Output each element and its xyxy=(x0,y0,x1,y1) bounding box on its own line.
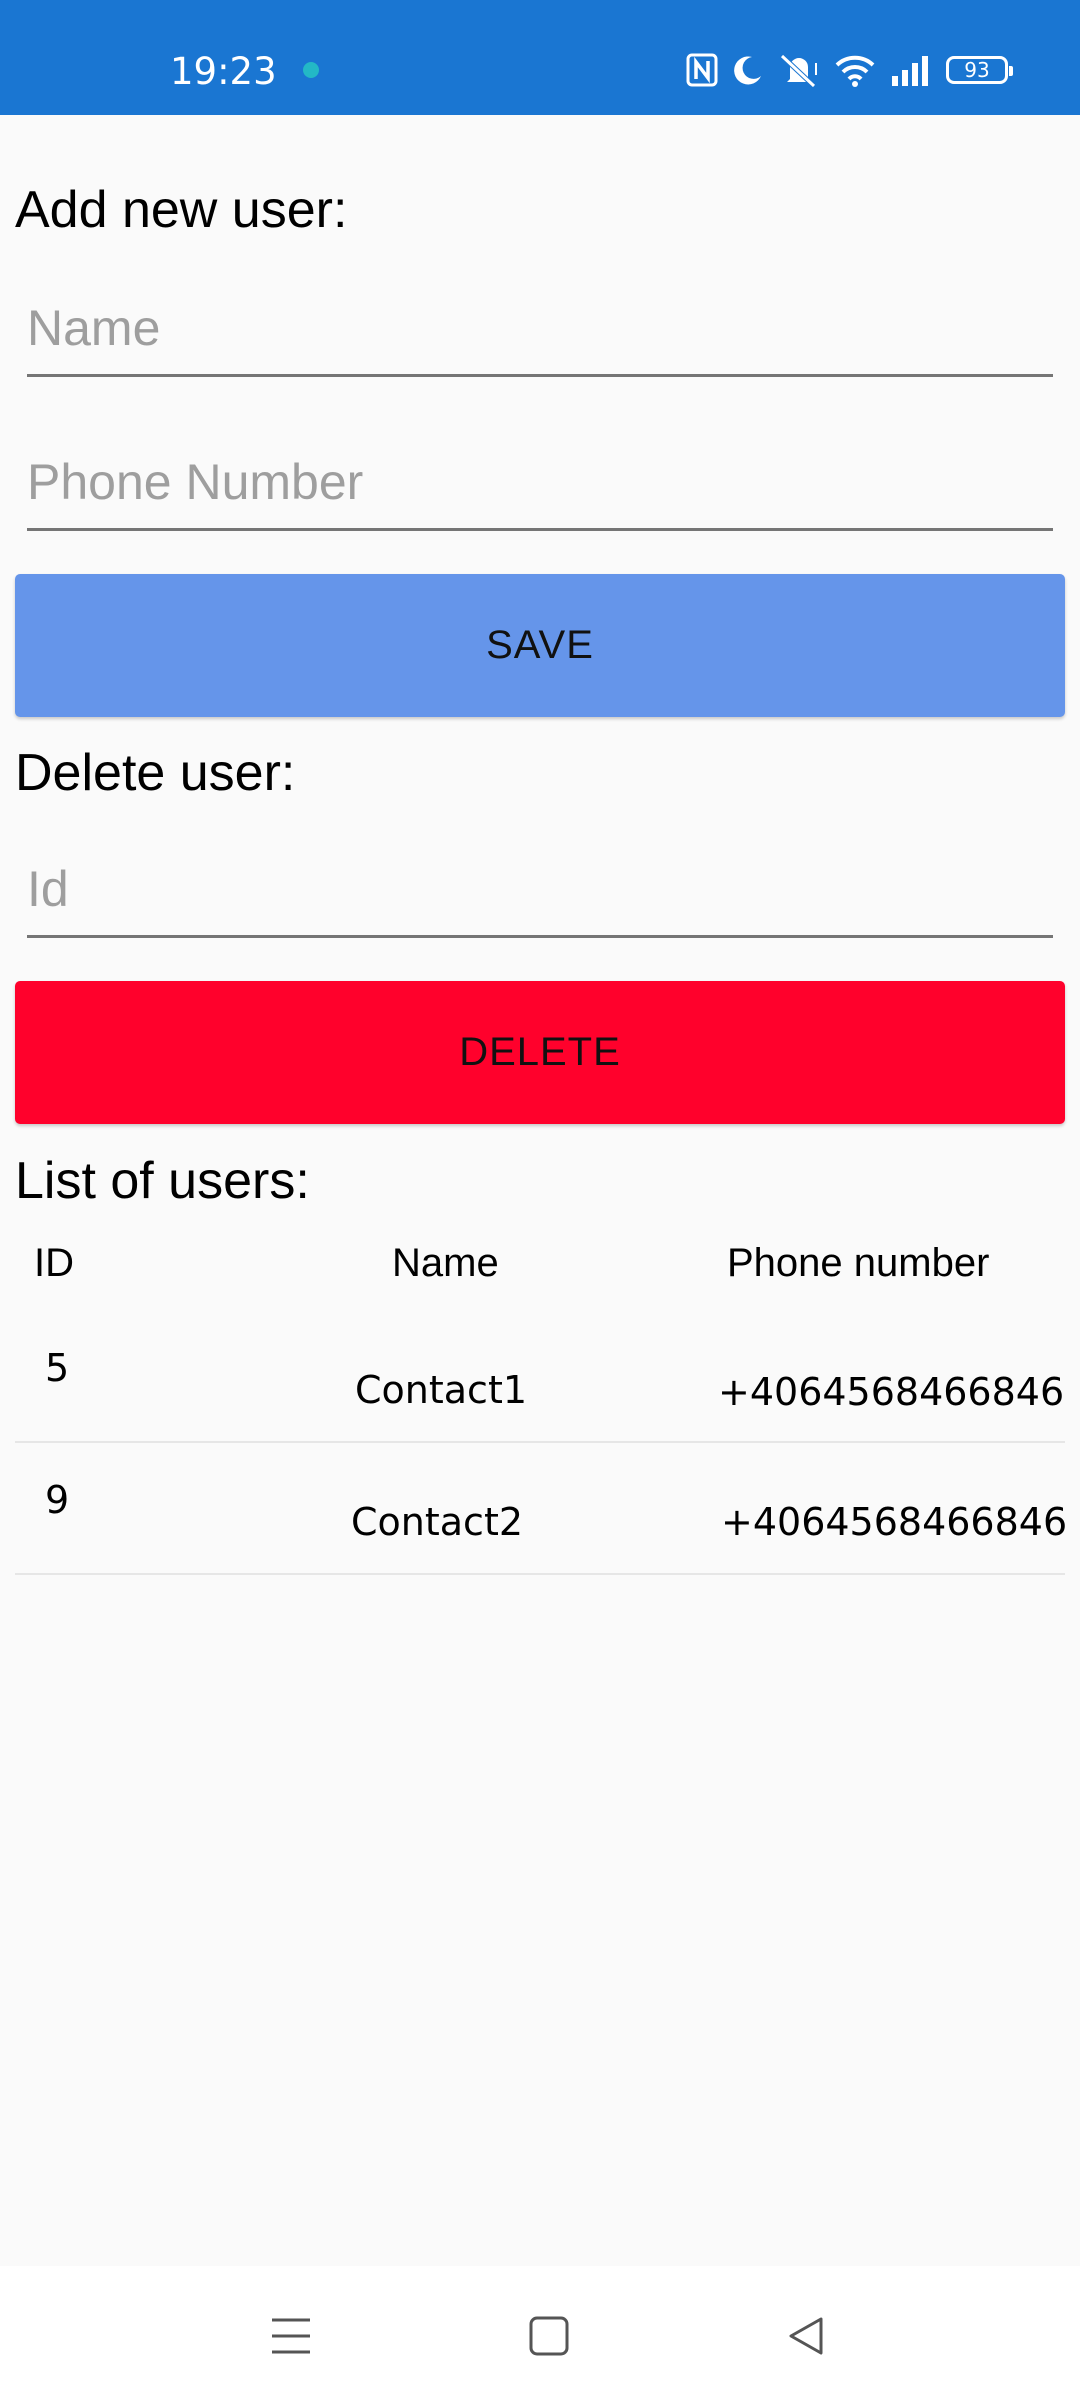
phone-number-input[interactable] xyxy=(27,436,1053,528)
save-button[interactable]: SAVE xyxy=(15,574,1065,717)
home-icon[interactable] xyxy=(519,2306,579,2366)
row-name: Contact1 xyxy=(355,1368,528,1412)
row-phone: +4064568466846 xyxy=(721,1500,1068,1544)
nfc-icon xyxy=(686,53,718,87)
back-icon[interactable] xyxy=(776,2306,836,2366)
column-header-phone: Phone number xyxy=(727,1241,990,1285)
delete-user-heading: Delete user: xyxy=(15,744,296,802)
status-time: 19:23 xyxy=(170,50,277,93)
status-bar: 19:23 93 xyxy=(0,0,1080,115)
wifi-icon xyxy=(834,53,876,87)
mute-icon xyxy=(778,53,820,87)
table-row: 5 Contact1 +4064568466846 xyxy=(15,1309,1065,1443)
row-id: 5 xyxy=(45,1346,70,1390)
name-input[interactable] xyxy=(27,282,1053,374)
moon-icon xyxy=(732,54,764,86)
add-user-heading: Add new user: xyxy=(15,181,348,239)
id-field[interactable] xyxy=(27,843,1053,938)
row-phone: +4064568466846 xyxy=(718,1370,1065,1414)
status-icons: 93 xyxy=(686,48,1013,92)
table-row: 9 Contact2 +4064568466846 xyxy=(15,1441,1068,1575)
row-id: 9 xyxy=(45,1478,70,1522)
delete-button[interactable]: DELETE xyxy=(15,981,1065,1124)
signal-icon xyxy=(890,54,932,86)
id-input[interactable] xyxy=(27,843,1053,935)
row-name: Contact2 xyxy=(351,1500,524,1544)
name-field[interactable] xyxy=(27,282,1053,377)
column-header-name: Name xyxy=(392,1241,499,1285)
notification-dot-icon xyxy=(303,62,319,78)
battery-icon: 93 xyxy=(946,56,1013,84)
phone-field[interactable] xyxy=(27,436,1053,531)
battery-level: 93 xyxy=(964,58,990,82)
navigation-bar xyxy=(0,2266,1080,2400)
column-header-id: ID xyxy=(34,1241,74,1285)
user-list-heading: List of users: xyxy=(15,1152,310,1210)
menu-icon[interactable] xyxy=(261,2306,321,2366)
